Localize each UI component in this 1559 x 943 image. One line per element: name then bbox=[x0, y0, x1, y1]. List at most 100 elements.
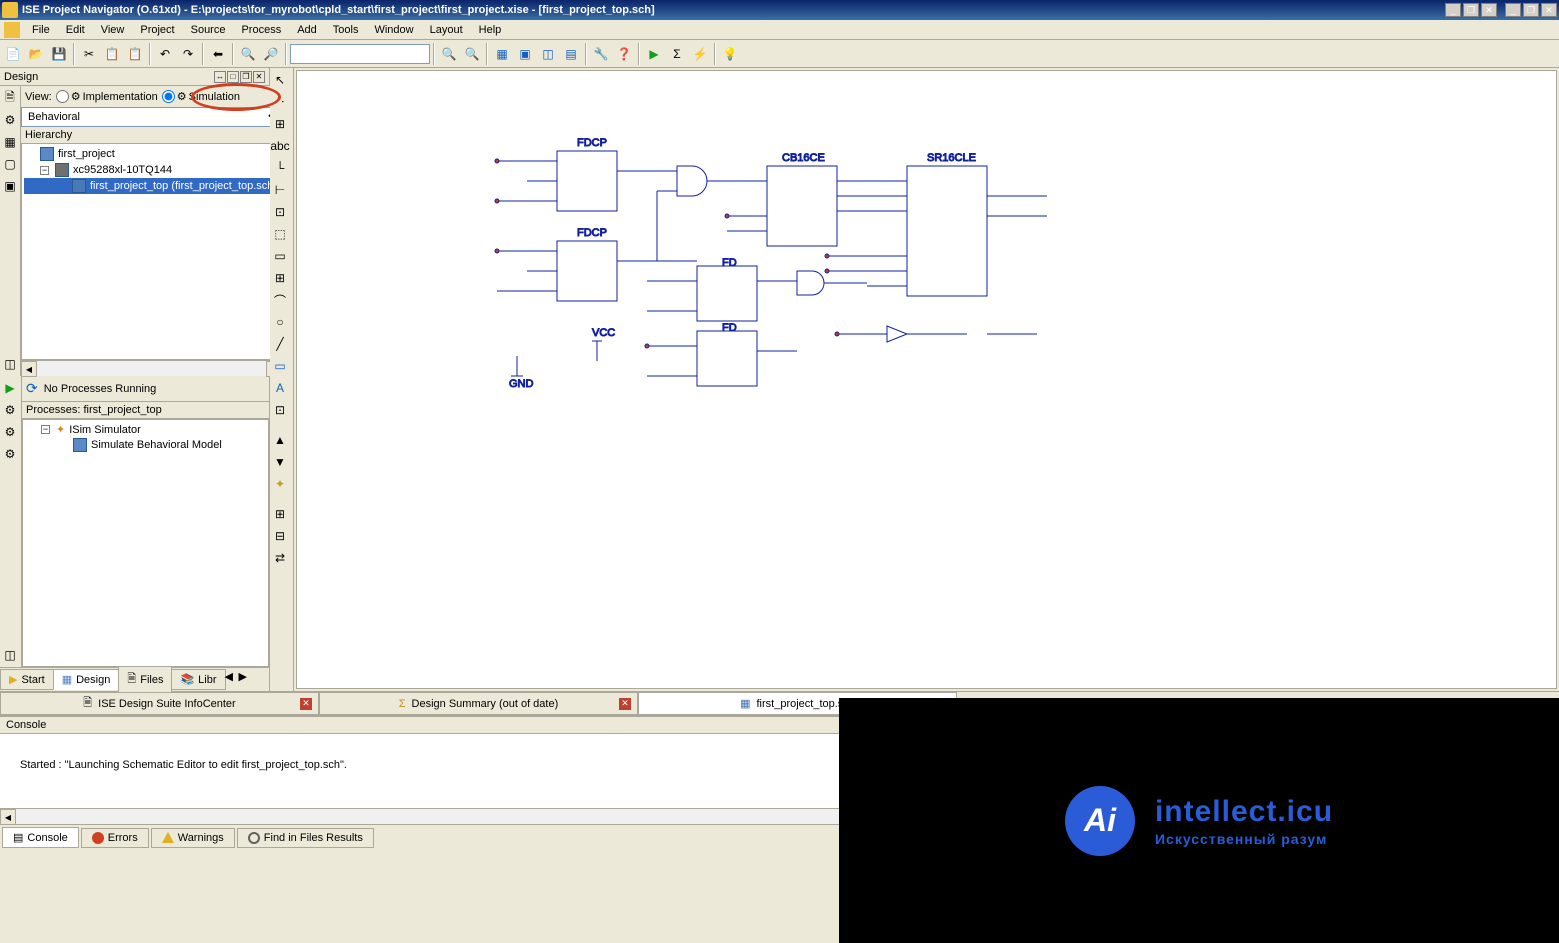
schematic-canvas[interactable]: FDCP FDCP bbox=[296, 70, 1557, 689]
proc-btn-3[interactable]: ⚙ bbox=[0, 422, 20, 442]
find-next-button[interactable]: 🔎 bbox=[260, 43, 282, 65]
tool-7[interactable]: ⊡ bbox=[270, 202, 290, 222]
tab-close-button[interactable]: ✕ bbox=[619, 698, 631, 710]
zoom-out-button[interactable]: 🔍 bbox=[461, 43, 483, 65]
window-split-button[interactable]: ◫ bbox=[537, 43, 559, 65]
tab-console[interactable]: ▤ Console bbox=[2, 827, 79, 848]
panel-max-button[interactable]: ❐ bbox=[240, 71, 252, 83]
collapse-icon[interactable]: − bbox=[41, 425, 50, 434]
tab-start[interactable]: ▶ Start bbox=[0, 669, 54, 690]
side-btn-5[interactable]: ▣ bbox=[0, 176, 20, 196]
doc-close-button[interactable]: ✕ bbox=[1541, 3, 1557, 17]
menu-tools[interactable]: Tools bbox=[325, 22, 367, 38]
menu-add[interactable]: Add bbox=[289, 22, 325, 38]
simulation-radio[interactable]: ⚙ Simulation bbox=[162, 90, 240, 103]
tool-3[interactable]: ⊞ bbox=[270, 114, 290, 134]
menu-view[interactable]: View bbox=[93, 22, 133, 38]
nav-back-button[interactable]: ⬅ bbox=[207, 43, 229, 65]
tree-project[interactable]: first_project bbox=[24, 146, 279, 162]
tool-10[interactable]: ⊞ bbox=[270, 268, 290, 288]
collapse-icon[interactable]: − bbox=[40, 166, 49, 175]
processes-tree[interactable]: − ✦ ISim Simulator Simulate Behavioral M… bbox=[22, 419, 269, 667]
tool-17[interactable]: ▲ bbox=[270, 430, 290, 450]
implementation-radio-input[interactable] bbox=[56, 90, 69, 103]
line-tool[interactable]: ╱ bbox=[270, 334, 290, 354]
tree-top-module[interactable]: first_project_top (first_project_top.sch… bbox=[24, 178, 279, 194]
menu-process[interactable]: Process bbox=[233, 22, 289, 38]
tab-design[interactable]: ▦ Design bbox=[53, 669, 120, 690]
tab-errors[interactable]: Errors bbox=[81, 828, 149, 848]
window-tile-button[interactable]: ▦ bbox=[491, 43, 513, 65]
side-btn-2[interactable]: ⚙ bbox=[0, 110, 20, 130]
new-button[interactable]: 📄 bbox=[2, 43, 24, 65]
save-button[interactable]: 💾 bbox=[48, 43, 70, 65]
tool-8[interactable]: ⬚ bbox=[270, 224, 290, 244]
implementation-radio[interactable]: ⚙ Implementation bbox=[56, 90, 158, 103]
scroll-left-button[interactable]: ◀ bbox=[0, 809, 16, 825]
simulation-radio-input[interactable] bbox=[162, 90, 175, 103]
window-arrange-button[interactable]: ▤ bbox=[560, 43, 582, 65]
hierarchy-tree[interactable]: first_project − xc95288xl-10TQ144 first_… bbox=[21, 143, 282, 360]
copy-button[interactable]: 📋 bbox=[101, 43, 123, 65]
proc-btn-2[interactable]: ⚙ bbox=[0, 400, 20, 420]
tab-files[interactable]: 🗎 Files bbox=[118, 666, 172, 693]
panel-dock-button[interactable]: ↔ bbox=[214, 71, 226, 83]
zoom-in-button[interactable]: 🔍 bbox=[438, 43, 460, 65]
circle-tool[interactable]: ○ bbox=[270, 312, 290, 332]
rect-tool[interactable]: ▭ bbox=[270, 356, 290, 376]
tabs-scroll-left[interactable]: ◀ bbox=[225, 670, 239, 690]
tool-21[interactable]: ⊟ bbox=[270, 526, 290, 546]
tabs-scroll-right[interactable]: ▶ bbox=[239, 670, 253, 690]
wire-tool[interactable]: └ bbox=[270, 158, 290, 178]
menu-help[interactable]: Help bbox=[471, 22, 510, 38]
doc-minimize-button[interactable]: _ bbox=[1505, 3, 1521, 17]
tab-infocenter[interactable]: 🗎 ISE Design Suite InfoCenter ✕ bbox=[0, 692, 319, 715]
tool-20[interactable]: ⊞ bbox=[270, 504, 290, 524]
menu-layout[interactable]: Layout bbox=[422, 22, 471, 38]
behavioral-combo[interactable]: Behavioral bbox=[21, 107, 282, 127]
tool-4[interactable]: abc bbox=[270, 136, 290, 156]
tool-19[interactable]: ✦ bbox=[270, 474, 290, 494]
text-tool[interactable]: A bbox=[270, 378, 290, 398]
tab-find-results[interactable]: Find in Files Results bbox=[237, 828, 374, 848]
panel-float-button[interactable]: □ bbox=[227, 71, 239, 83]
side-btn-3[interactable]: ▦ bbox=[0, 132, 20, 152]
cut-button[interactable]: ✂ bbox=[78, 43, 100, 65]
tool-9[interactable]: ▭ bbox=[270, 246, 290, 266]
tree-simulate-behavioral[interactable]: Simulate Behavioral Model bbox=[25, 437, 266, 453]
redo-button[interactable]: ↷ bbox=[177, 43, 199, 65]
lightbulb-button[interactable]: 💡 bbox=[719, 43, 741, 65]
proc-btn-4[interactable]: ⚙ bbox=[0, 444, 20, 464]
restore-button[interactable]: ❐ bbox=[1463, 3, 1479, 17]
proc-run-button[interactable]: ▶ bbox=[0, 378, 20, 398]
minimize-button[interactable]: _ bbox=[1445, 3, 1461, 17]
tool-22[interactable]: ⇄ bbox=[270, 548, 290, 568]
paste-button[interactable]: 📋 bbox=[124, 43, 146, 65]
find-button[interactable]: 🔍 bbox=[237, 43, 259, 65]
side-btn-6[interactable]: ◫ bbox=[0, 354, 20, 374]
close-button[interactable]: ✕ bbox=[1481, 3, 1497, 17]
open-button[interactable]: 📂 bbox=[25, 43, 47, 65]
scroll-left-button[interactable]: ◀ bbox=[21, 361, 37, 377]
undo-button[interactable]: ↶ bbox=[154, 43, 176, 65]
tab-warnings[interactable]: Warnings bbox=[151, 828, 235, 848]
tool-16[interactable]: ⊡ bbox=[270, 400, 290, 420]
tool-6[interactable]: ⊢ bbox=[270, 180, 290, 200]
side-btn-4[interactable]: ▢ bbox=[0, 154, 20, 174]
settings-button[interactable]: 🔧 bbox=[590, 43, 612, 65]
sigma-button[interactable]: Σ bbox=[666, 43, 688, 65]
tool-18[interactable]: ▼ bbox=[270, 452, 290, 472]
menu-source[interactable]: Source bbox=[183, 22, 234, 38]
menu-file[interactable]: File bbox=[24, 22, 58, 38]
search-input[interactable] bbox=[290, 44, 430, 64]
doc-restore-button[interactable]: ❐ bbox=[1523, 3, 1539, 17]
tab-summary[interactable]: Σ Design Summary (out of date) ✕ bbox=[319, 692, 638, 715]
stop-button[interactable]: ⚡ bbox=[689, 43, 711, 65]
tree-hscroll[interactable]: ◀ ▶ bbox=[21, 360, 282, 376]
proc-btn-5[interactable]: ◫ bbox=[0, 645, 20, 665]
tree-isim[interactable]: − ✦ ISim Simulator bbox=[25, 422, 266, 437]
window-cascade-button[interactable]: ▣ bbox=[514, 43, 536, 65]
run-button[interactable]: ▶ bbox=[643, 43, 665, 65]
side-btn-1[interactable]: 🗎 bbox=[0, 88, 20, 108]
help-button[interactable]: ❓ bbox=[613, 43, 635, 65]
